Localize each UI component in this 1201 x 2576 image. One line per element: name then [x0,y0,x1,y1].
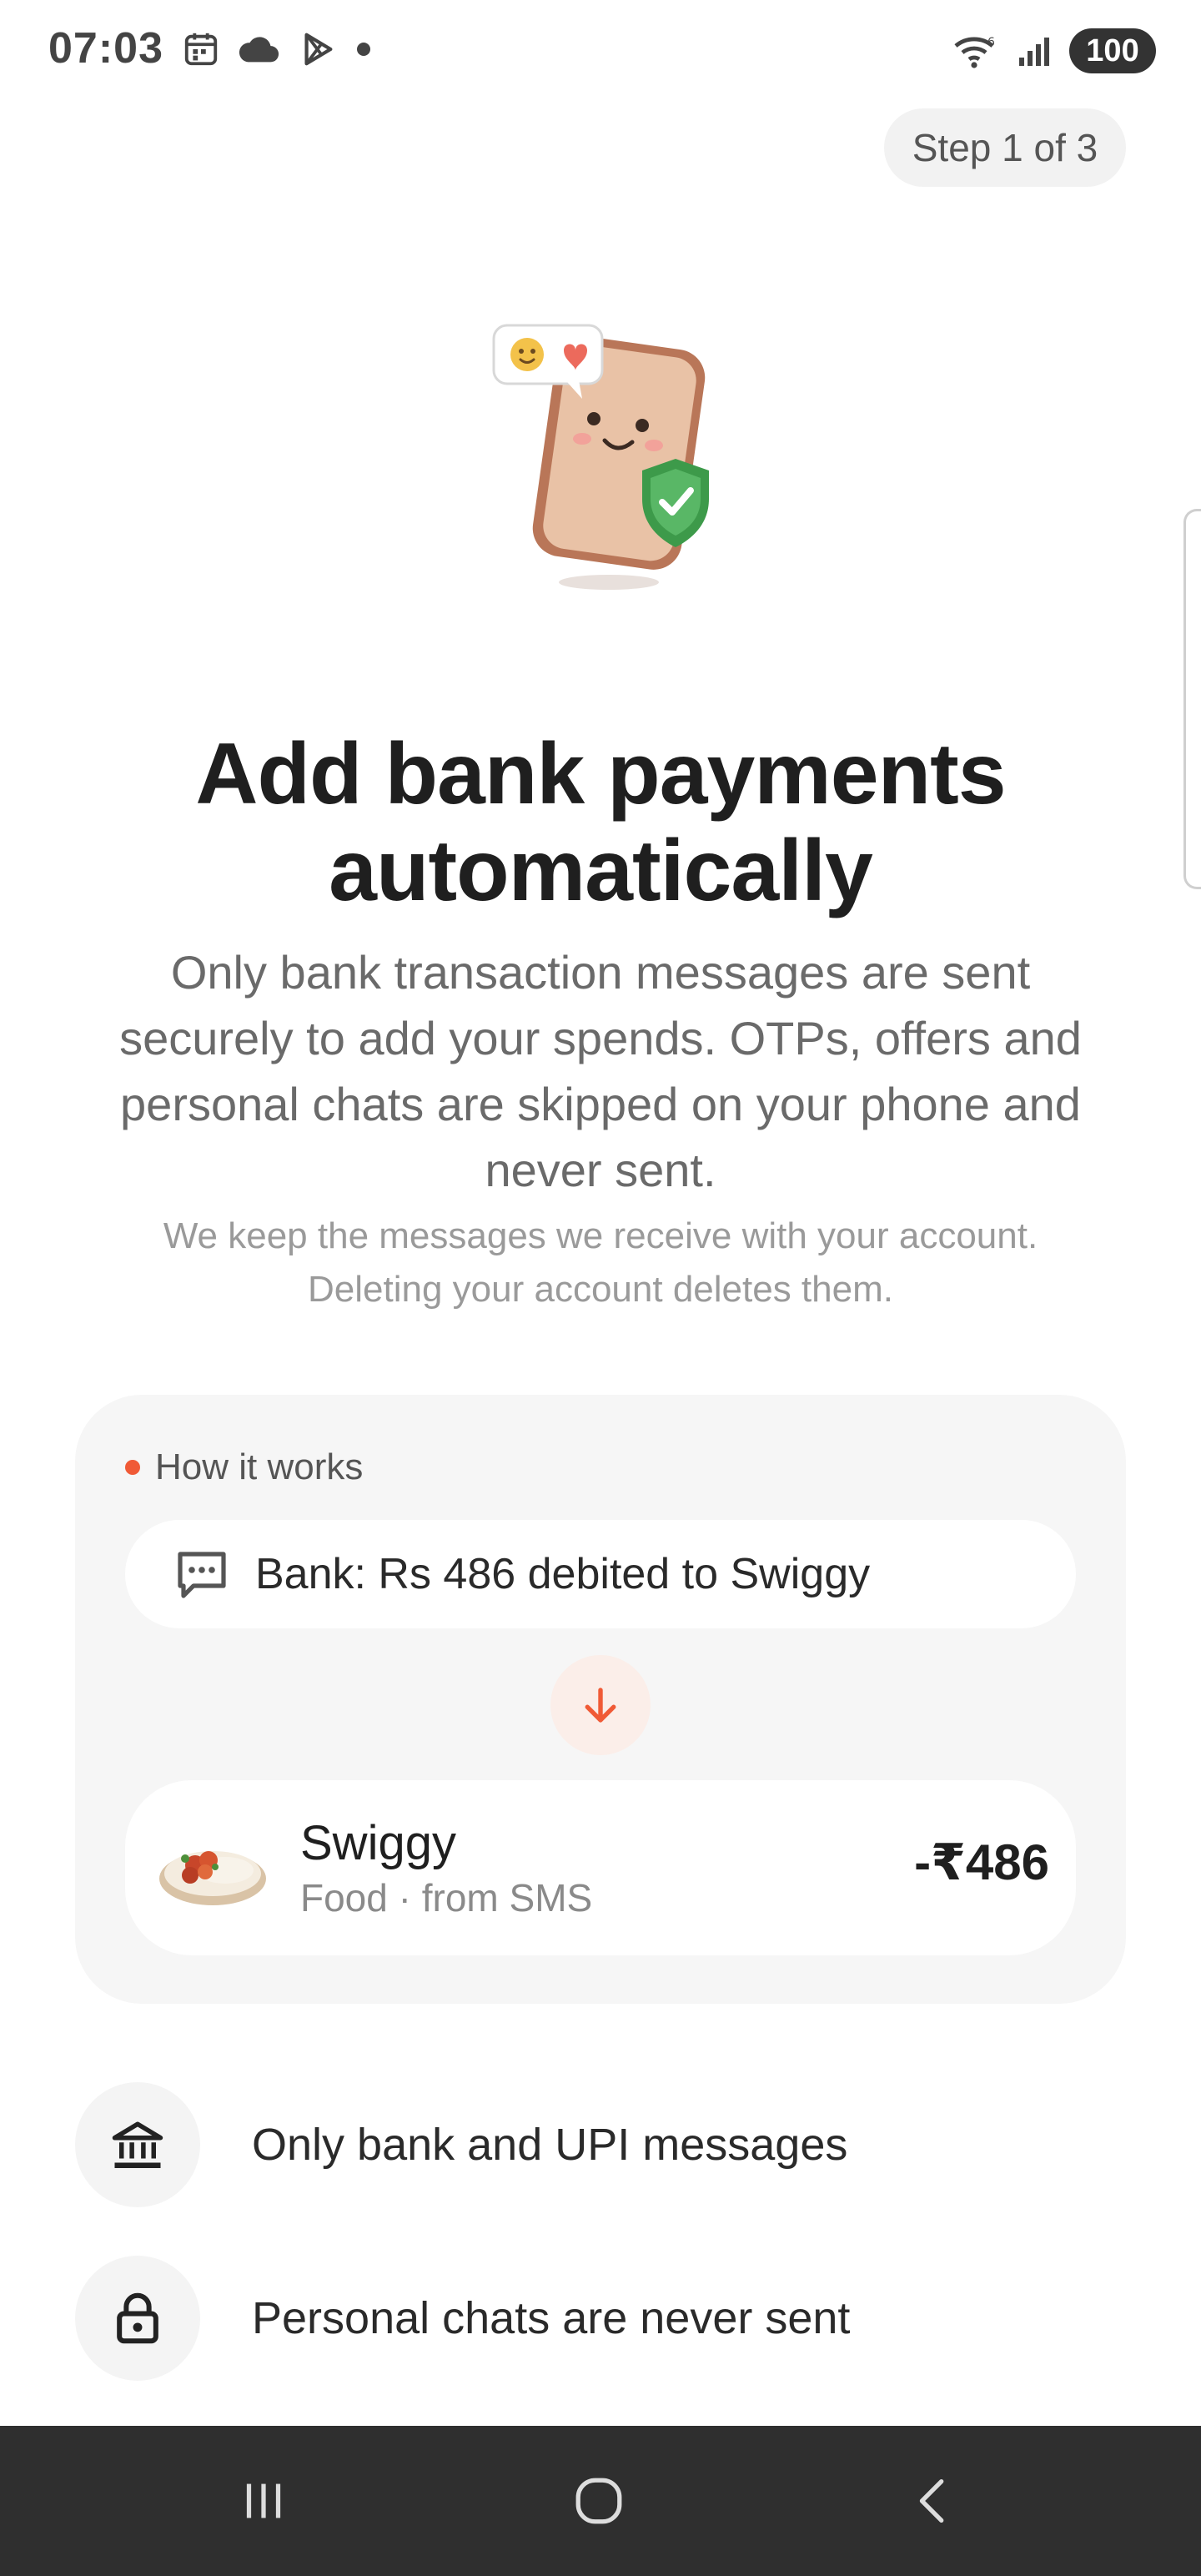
fine-print: We keep the messages we receive with you… [75,1210,1126,1316]
arrow-down-icon [585,1688,616,1723]
feature-icon-badge [75,2082,200,2207]
accent-dot-icon [125,1460,140,1475]
sms-example-text: Bank: Rs 486 debited to Swiggy [255,1550,871,1598]
feature-row-bank-upi: Only bank and UPI messages [75,2082,1126,2207]
bank-icon [112,2121,163,2169]
back-icon [919,2479,944,2523]
status-notification-icons [182,30,372,68]
arrow-down-badge [550,1655,651,1755]
description: Only bank transaction messages are sent … [67,939,1134,1203]
signal-icon [1019,38,1049,66]
step-indicator: Step 1 of 3 [884,108,1126,187]
fine-print-line-1: We keep the messages we receive with you… [163,1215,1038,1256]
phone-shield-illustration [492,324,709,590]
cloud-icon [239,37,279,63]
feature-text-personal-chats: Personal chats are never sent [252,2293,851,2343]
status-bar: 07:03 6 100 [0,0,1201,104]
back-button[interactable] [892,2459,976,2543]
transaction-amount: -₹486 [914,1834,1049,1890]
how-it-works-heading: How it works [125,1446,363,1488]
system-navigation-bar [0,2426,1201,2576]
sms-example: Bank: Rs 486 debited to Swiggy [125,1520,1076,1628]
fine-print-line-2: Deleting your account deletes them. [308,1269,893,1310]
description-line-4: never sent. [485,1144,716,1196]
message-icon [178,1552,226,1598]
home-icon [575,2478,622,2524]
status-time: 07:03 [48,24,163,73]
feature-text-bank-upi: Only bank and UPI messages [252,2120,848,2170]
dot-icon [357,43,370,56]
recent-apps-button[interactable] [222,2459,305,2543]
description-line-3: personal chats are skipped on your phone… [120,1078,1081,1130]
description-line-2: securely to add your spends. OTPs, offer… [119,1012,1082,1064]
scroll-handle[interactable] [1183,509,1201,889]
status-system-icons: 6 100 [952,28,1156,73]
calendar-icon [184,33,218,66]
merchant-name: Swiggy [300,1816,456,1870]
page-title-line-1: Add bank payments [195,726,1006,823]
lock-icon [117,2292,158,2344]
page-title: Add bank payments automatically [75,726,1126,919]
food-plate-icon [159,1851,266,1905]
play-store-icon [304,33,333,66]
description-line-1: Only bank transaction messages are sent [170,946,1031,999]
home-button[interactable] [557,2459,641,2543]
recent-apps-icon [246,2483,281,2518]
feature-icon-badge [75,2256,200,2381]
how-it-works-label: How it works [155,1446,364,1487]
svg-text:6: 6 [987,36,995,49]
page-title-line-2: automatically [329,823,873,919]
transaction-example: Swiggy Food · from SMS -₹486 [125,1780,1076,1955]
transaction-subtitle: Food · from SMS [300,1876,593,1919]
page: 07:03 6 100 Step 1 of 3 Add bank payment… [0,0,1201,2576]
wifi-icon: 6 [954,36,995,68]
feature-row-personal-chats: Personal chats are never sent [75,2256,1126,2381]
how-it-works-card: How it works Bank: Rs 486 debited to Swi… [75,1395,1126,2004]
battery-indicator: 100 [1069,28,1156,73]
